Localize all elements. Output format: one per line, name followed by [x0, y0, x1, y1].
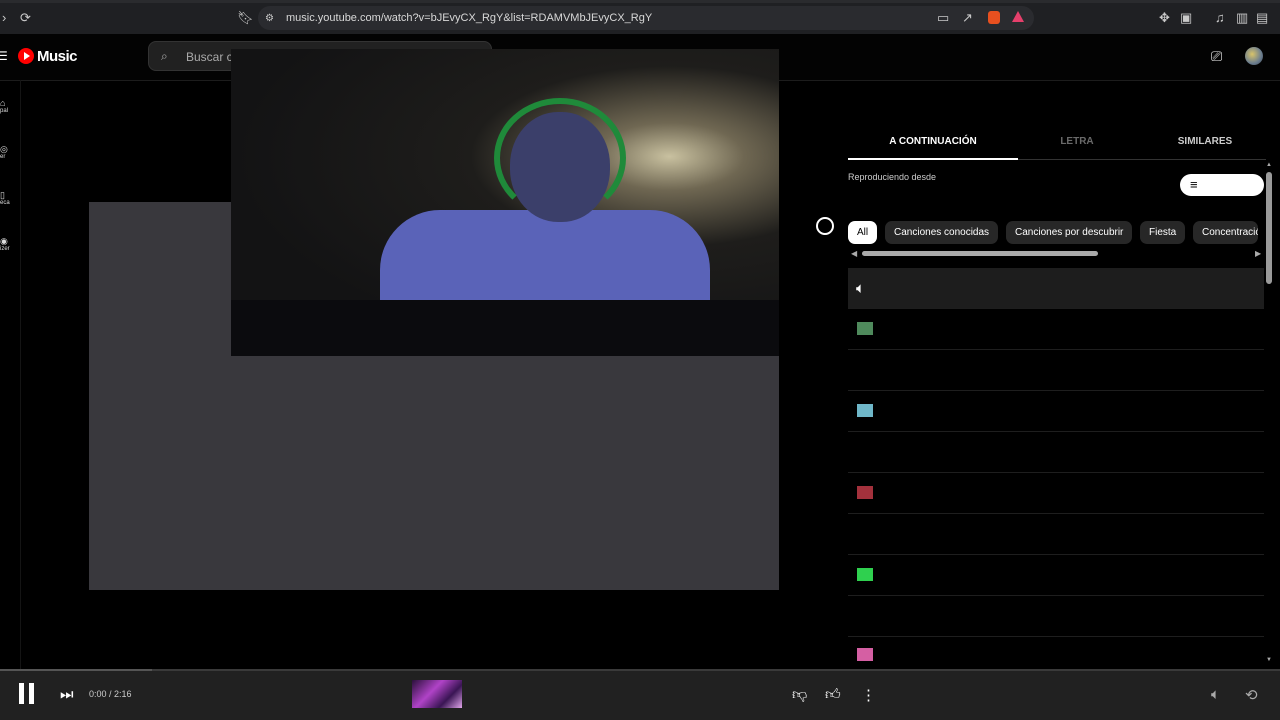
- sidebar-item-explore[interactable]: ◎ er: [0, 144, 14, 160]
- next-icon[interactable]: ⏭︎: [60, 686, 74, 703]
- playlist-add-icon: ≡: [1190, 177, 1198, 192]
- logo-text[interactable]: Music: [37, 48, 78, 65]
- reload-icon[interactable]: ⟳: [20, 11, 31, 25]
- cursor-crosshair-icon: [816, 217, 834, 235]
- sidebar-item-home[interactable]: ⌂ pal: [0, 98, 14, 114]
- queue-thumbnail: [857, 404, 873, 417]
- avatar[interactable]: [1245, 47, 1263, 65]
- sidebar-divider: [20, 80, 21, 669]
- queue-item[interactable]: [848, 350, 1264, 391]
- chip-familiar[interactable]: Canciones conocidas: [885, 221, 999, 244]
- player-bar: [0, 669, 1280, 720]
- chip-all[interactable]: All: [848, 221, 878, 244]
- repeat-icon[interactable]: ⟲: [1245, 686, 1258, 704]
- album-art[interactable]: [412, 680, 462, 708]
- cast-screen-icon[interactable]: ▭: [937, 11, 949, 25]
- share-icon[interactable]: ↗: [962, 11, 973, 25]
- queue-item[interactable]: [848, 514, 1264, 555]
- site-info-icon[interactable]: ⚙: [265, 12, 274, 26]
- tab-related[interactable]: SIMILARES: [1120, 136, 1280, 147]
- tab-active-indicator: [848, 158, 1018, 160]
- time-display: 0:00 / 2:16: [89, 689, 132, 699]
- bookmark-icon[interactable]: 🔖︎: [237, 11, 254, 25]
- queue-item[interactable]: [848, 596, 1264, 637]
- queue-item[interactable]: [848, 432, 1264, 473]
- sidebar-item-label: izer: [0, 246, 10, 252]
- save-queue-button[interactable]: ≡: [1180, 174, 1264, 196]
- sidebar-item-label: er: [0, 154, 6, 160]
- sidebar-item-label: eca: [0, 200, 10, 206]
- more-options-icon[interactable]: ⋮: [861, 686, 876, 704]
- chip-party[interactable]: Fiesta: [1140, 221, 1186, 244]
- rewards-icon[interactable]: [1012, 11, 1024, 22]
- cast-icon[interactable]: ⎚: [1211, 49, 1222, 63]
- wallet-alt-icon[interactable]: ▤: [1256, 11, 1268, 25]
- youtube-music-logo-icon[interactable]: [18, 48, 34, 64]
- upgrade-icon: ◉: [0, 236, 8, 246]
- queue-item-playing[interactable]: 🔈︎: [848, 268, 1264, 309]
- queue-thumbnail: [857, 648, 873, 661]
- chip-scroll-left-icon[interactable]: ◀: [851, 249, 857, 258]
- pause-icon-bar[interactable]: [29, 683, 34, 704]
- sidebar-item-label: pal: [0, 108, 9, 114]
- sidebar-item-library[interactable]: ▯ eca: [0, 190, 14, 206]
- queue-thumbnail: [857, 322, 873, 335]
- explore-icon: ◎: [0, 144, 8, 154]
- queue-thumbnail: [857, 486, 873, 499]
- webcam-headset: [494, 98, 626, 218]
- chip-discover[interactable]: Canciones por descubrir: [1006, 221, 1133, 244]
- address-bar-url[interactable]: music.youtube.com/watch?v=bJEvyCX_RgY&li…: [286, 12, 652, 24]
- queue-scrollbar[interactable]: [1266, 172, 1272, 284]
- queue-item[interactable]: [848, 391, 1264, 432]
- progress-bar[interactable]: [0, 669, 1280, 671]
- sidebar-item-upgrade[interactable]: ◉ izer: [0, 236, 14, 252]
- media-icon[interactable]: ♫: [1215, 11, 1225, 25]
- volume-playing-icon: 🔈︎: [856, 280, 866, 297]
- chip-scrollbar[interactable]: [862, 251, 1098, 256]
- queue-item[interactable]: [848, 473, 1264, 514]
- volume-icon[interactable]: 🔈︎: [1211, 686, 1220, 703]
- search-icon: ⌕: [161, 49, 168, 63]
- queue-item[interactable]: [848, 637, 1264, 667]
- chip-focus[interactable]: Concentració: [1193, 221, 1258, 244]
- brave-shield-icon[interactable]: [988, 11, 1000, 24]
- forward-icon[interactable]: ›: [2, 11, 6, 25]
- wallet-icon[interactable]: ▣: [1180, 11, 1192, 25]
- dislike-icon[interactable]: 👎︎: [792, 686, 807, 704]
- library-icon: ▯: [0, 190, 5, 200]
- menu-icon[interactable]: ☰: [0, 49, 8, 63]
- progress-buffer: [0, 669, 152, 671]
- scroll-up-icon[interactable]: ▲: [1266, 162, 1272, 168]
- queue-item[interactable]: [848, 309, 1264, 350]
- home-icon: ⌂: [0, 98, 6, 108]
- webcam-desk: [231, 300, 779, 356]
- pause-icon[interactable]: [19, 683, 24, 704]
- scroll-down-icon[interactable]: ▼: [1266, 657, 1272, 663]
- search-placeholder: Buscar c: [186, 50, 233, 64]
- extensions-icon[interactable]: ✥: [1159, 11, 1170, 25]
- like-icon[interactable]: 👍︎: [825, 686, 841, 704]
- tab-strip: [0, 0, 1280, 3]
- chip-scroll-right-icon[interactable]: ▶: [1255, 249, 1261, 258]
- webcam-person-body: [380, 210, 710, 310]
- playing-from-label: Reproduciendo desde: [848, 172, 937, 182]
- queue-thumbnail: [857, 568, 873, 581]
- queue-item[interactable]: [848, 555, 1264, 596]
- sidebar-icon[interactable]: ▥: [1236, 11, 1248, 25]
